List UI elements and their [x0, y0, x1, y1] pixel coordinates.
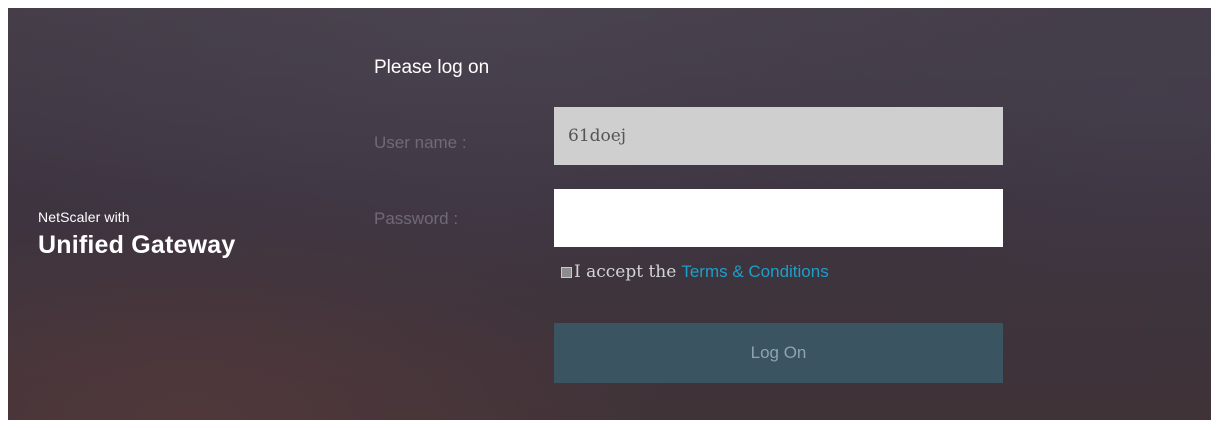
log-on-button[interactable]: Log On: [554, 323, 1003, 383]
password-input[interactable]: [554, 189, 1003, 247]
username-label: User name :: [374, 133, 467, 152]
brand-logo: NetScaler with Unified Gateway: [38, 208, 236, 260]
form-heading: Please log on: [374, 57, 490, 78]
username-input[interactable]: [554, 107, 1003, 165]
brand-subtitle: NetScaler with: [38, 209, 130, 225]
brand-title: Unified Gateway: [38, 231, 236, 259]
login-page: NetScaler with Unified Gateway Please lo…: [8, 8, 1211, 420]
terms-link[interactable]: Terms & Conditions: [681, 262, 828, 282]
password-label: Password :: [374, 209, 459, 228]
terms-checkbox[interactable]: [561, 266, 572, 278]
terms-text: I accept the: [574, 262, 677, 282]
terms-row: I accept the Terms & Conditions: [561, 262, 829, 282]
